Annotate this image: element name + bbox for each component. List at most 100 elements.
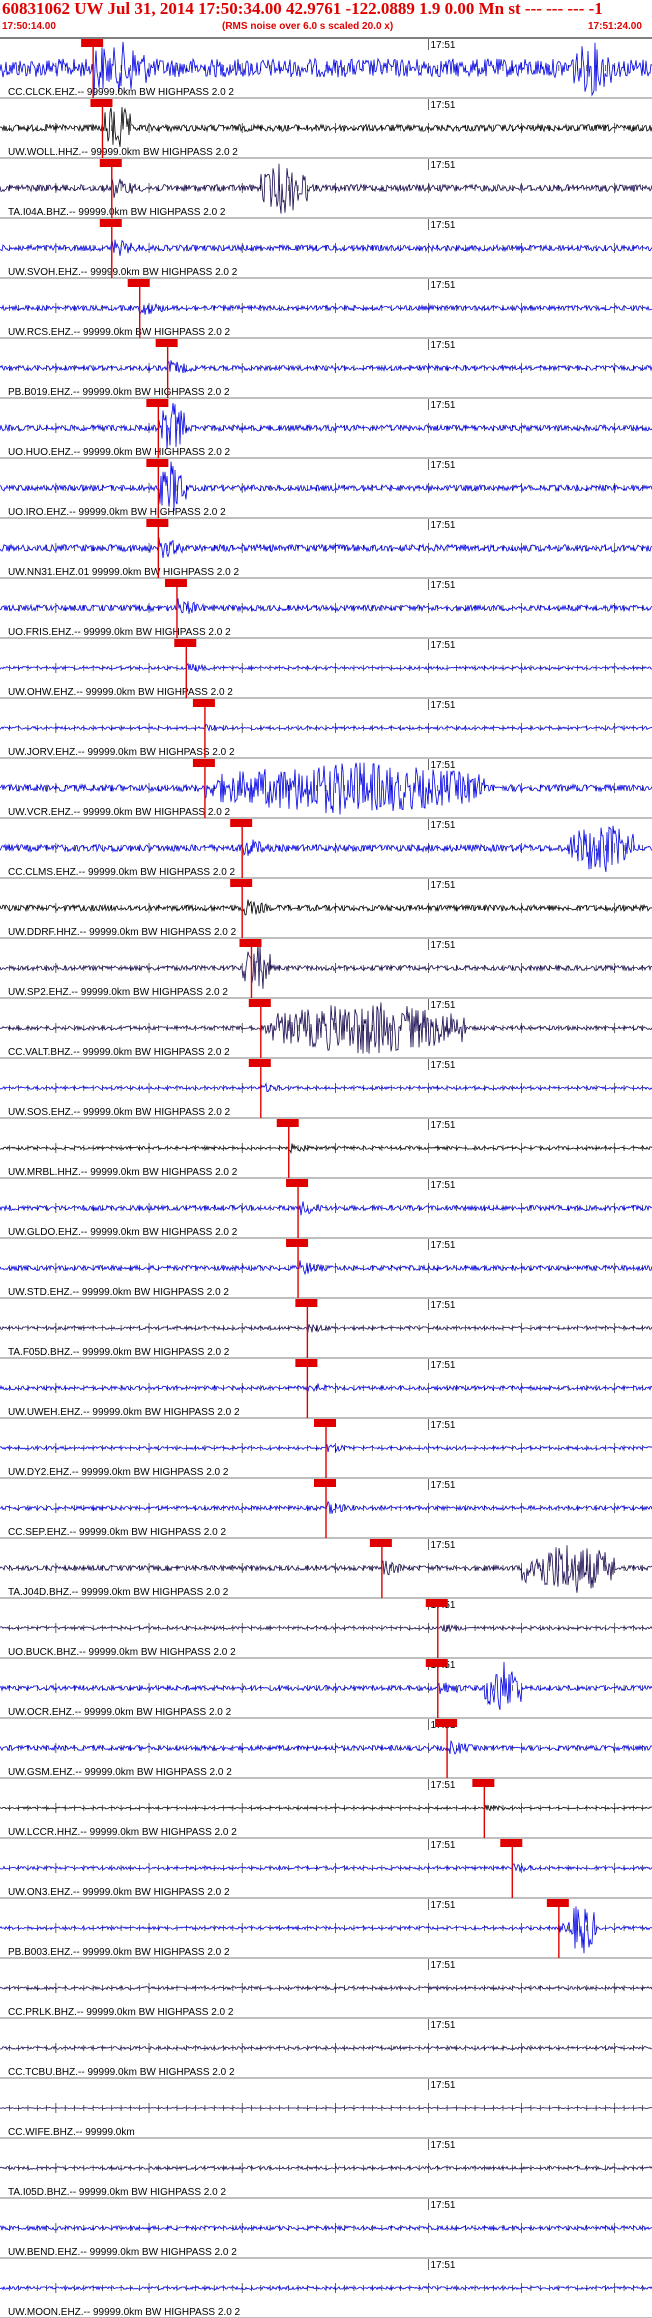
trace-row: 17:51UO.BUCK.BHZ.-- 99999.0km BW HIGHPAS… [0, 1599, 652, 1659]
station-label: PB.B003.EHZ.-- 99999.0km BW HIGHPASS 2.0… [8, 1947, 230, 1958]
station-label: PB.B019.EHZ.-- 99999.0km BW HIGHPASS 2.0… [8, 387, 230, 398]
trace-row: 17:51 UW.WOLL.HHZ.-- 99999.0km BW HIGHPAS… [0, 99, 652, 159]
minute-tick-label: 17:51 [430, 1060, 455, 1071]
trace-row: 17:51 UO.HUO.EHZ.-- 99999.0km BW HIGHPASS… [0, 399, 652, 459]
waveform-trace [0, 1002, 652, 1054]
station-label: UW.VCR.EHZ.-- 99999.0km BW HIGHPASS 2.0 … [8, 807, 231, 818]
station-label: CC.WIFE.BHZ.-- 99999.0km [8, 2127, 135, 2138]
pick-marker-flag [230, 879, 253, 887]
waveform-trace [0, 1661, 652, 1710]
station-label: UW.BEND.EHZ.-- 99999.0km BW HIGHPASS 2.0… [8, 2247, 237, 2258]
trace-row: 17:51 CC.CLCK.EHZ.-- 99999.0km BW HIGHPAS… [0, 39, 652, 99]
trace-row: 17:51 UW.RCS.EHZ.-- 99999.0km BW HIGHPASS… [0, 279, 652, 339]
station-label: UW.GLDO.EHZ.-- 99999.0km BW HIGHPASS 2.0… [8, 1227, 238, 1238]
pick-marker-flag [472, 1779, 495, 1787]
station-label: UW.SVOH.EHZ.-- 99999.0km BW HIGHPASS 2.0… [8, 267, 238, 278]
station-label: UW.JORV.EHZ.-- 99999.0km BW HIGHPASS 2.0… [8, 747, 235, 758]
station-label: UW.UWEH.EHZ.-- 99999.0km BW HIGHPASS 2.0… [8, 1407, 240, 1418]
station-label: CC.VALT.BHZ.-- 99999.0km BW HIGHPASS 2.0… [8, 1047, 230, 1058]
trace-row: 17:51 TA.I04A.BHZ.-- 99999.0km BW HIGHPAS… [0, 159, 652, 219]
station-label: UW.WOLL.HHZ.-- 99999.0km BW HIGHPASS 2.0… [8, 147, 238, 158]
minute-tick-label: 17:51 [430, 280, 455, 291]
minute-tick-label: 17:51 [430, 1240, 455, 1251]
trace-row: 17:51 PB.B019.EHZ.-- 99999.0km BW HIGHPAS… [0, 339, 652, 399]
station-label: TA.F05D.BHZ.-- 99999.0km BW HIGHPASS 2.0… [8, 1347, 230, 1358]
trace-row: 17:51 UW.VCR.EHZ.-- 99999.0km BW HIGHPASS… [0, 759, 652, 819]
trace-row: 17:51 UW.BEND.EHZ.-- 99999.0km BW HIGHPAS… [0, 2199, 652, 2259]
pick-marker-flag [314, 1479, 336, 1487]
minute-tick-label: 17:51 [430, 1480, 455, 1491]
trace-row: 17:51 UW.SP2.EHZ.-- 99999.0km BW HIGHPASS… [0, 939, 652, 999]
station-label: UW.DDRF.HHZ.-- 99999.0km BW HIGHPASS 2.0… [8, 927, 237, 938]
minute-tick-label: 17:51 [430, 460, 455, 471]
minute-tick-label: 17:51 [430, 1420, 455, 1431]
seismogram-plot: 17:51 CC.CLCK.EHZ.-- 99999.0km BW HIGHPAS… [0, 37, 652, 2318]
station-label: UW.LCCR.HHZ.-- 99999.0km BW HIGHPASS 2.0… [8, 1827, 237, 1838]
minute-tick-label: 17:51 [430, 220, 455, 231]
trace-row: 17:51 UW.MRBL.HHZ.-- 99999.0km BW HIGHPAS… [0, 1119, 652, 1179]
trace-row: 17:51 UO.FRIS.EHZ.-- 99999.0km BW HIGHPAS… [0, 579, 652, 639]
station-label: TA.J04D.BHZ.-- 99999.0km BW HIGHPASS 2.0… [8, 1587, 229, 1598]
pick-marker-flag [146, 399, 169, 407]
pick-marker-flag [295, 1359, 318, 1367]
minute-tick-label: 17:51 [430, 1180, 455, 1191]
minute-tick-label: 17:51 [430, 2080, 455, 2091]
minute-tick-label: 17:51 [430, 1780, 455, 1791]
pick-marker-flag [239, 939, 262, 947]
minute-tick-label: 17:51 [430, 1300, 455, 1311]
station-label: CC.PRLK.BHZ.-- 99999.0km BW HIGHPASS 2.0… [8, 2007, 234, 2018]
station-label: UW.OHW.EHZ.-- 99999.0km BW HIGHPASS 2.0 … [8, 687, 233, 698]
trace-row: 17:51 UW.NN31.EHZ.01 99999.0km BW HIGHPAS… [0, 519, 652, 579]
pick-marker-flag [286, 1179, 309, 1187]
trace-row: 17:51UW.OCR.EHZ.-- 99999.0km BW HIGHPASS… [0, 1659, 652, 1719]
station-label: UW.STD.EHZ.-- 99999.0km BW HIGHPASS 2.0 … [8, 1287, 229, 1298]
pick-marker-flag [127, 279, 150, 287]
minute-tick-label: 17:51 [430, 940, 455, 951]
trace-row: 17:51 TA.J04D.BHZ.-- 99999.0km BW HIGHPAS… [0, 1539, 652, 1599]
trace-row: 17:51 TA.I05D.BHZ.-- 99999.0km BW HIGHPAS… [0, 2139, 652, 2199]
trace-row: 17:51 UW.DY2.EHZ.-- 99999.0km BW HIGHPASS… [0, 1419, 652, 1479]
trace-row: 17:51 PB.B003.EHZ.-- 99999.0km BW HIGHPAS… [0, 1899, 652, 1959]
station-label: CC.CLMS.EHZ.-- 99999.0km BW HIGHPASS 2.0… [8, 867, 236, 878]
station-label: TA.I05D.BHZ.-- 99999.0km BW HIGHPASS 2.0… [8, 2187, 226, 2198]
minute-tick-label: 17:51 [430, 400, 455, 411]
pick-marker-flag [546, 1899, 569, 1907]
station-label: CC.CLCK.EHZ.-- 99999.0km BW HIGHPASS 2.0… [8, 87, 234, 98]
waveform-trace [0, 825, 652, 873]
pick-marker-flag [314, 1419, 336, 1427]
trace-row: 17:51 UW.OHW.EHZ.-- 99999.0km BW HIGHPASS… [0, 639, 652, 699]
trace-row: 17:51 UW.DDRF.HHZ.-- 99999.0km BW HIGHPAS… [0, 879, 652, 939]
station-label: UW.SP2.EHZ.-- 99999.0km BW HIGHPASS 2.0 … [8, 987, 228, 998]
minute-tick-label: 17:51 [430, 340, 455, 351]
trace-row: 17:51 UW.SOS.EHZ.-- 99999.0km BW HIGHPASS… [0, 1059, 652, 1119]
station-label: TA.I04A.BHZ.-- 99999.0km BW HIGHPASS 2.0… [8, 207, 226, 218]
pick-marker-flag [192, 759, 215, 767]
pick-marker-flag [99, 219, 122, 227]
pick-marker-flag [276, 1119, 299, 1127]
station-label: UW.MRBL.HHZ.-- 99999.0km BW HIGHPASS 2.0… [8, 1167, 238, 1178]
station-label: UW.GSM.EHZ.-- 99999.0km BW HIGHPASS 2.0 … [8, 1767, 232, 1778]
station-label: UO.FRIS.EHZ.-- 99999.0km BW HIGHPASS 2.0… [8, 627, 231, 638]
station-label: UO.IRO.EHZ.-- 99999.0km BW HIGHPASS 2.0 … [8, 507, 226, 518]
station-label: UW.SOS.EHZ.-- 99999.0km BW HIGHPASS 2.0 … [8, 1107, 231, 1118]
minute-tick-label: 17:51 [430, 160, 455, 171]
minute-tick-label: 17:51 [430, 1960, 455, 1971]
pick-marker-flag [425, 1599, 448, 1607]
station-label: UW.DY2.EHZ.-- 99999.0km BW HIGHPASS 2.0 … [8, 1467, 229, 1478]
trace-row: 17:51 UW.LCCR.HHZ.-- 99999.0km BW HIGHPAS… [0, 1779, 652, 1839]
station-label: UO.BUCK.BHZ.-- 99999.0km BW HIGHPASS 2.0… [8, 1647, 236, 1658]
trace-row: 17:51 UW.UWEH.EHZ.-- 99999.0km BW HIGHPAS… [0, 1359, 652, 1419]
pick-marker-flag [425, 1659, 448, 1667]
trace-row: 17:51 UW.ON3.EHZ.-- 99999.0km BW HIGHPASS… [0, 1839, 652, 1899]
minute-tick-label: 17:51 [430, 1360, 455, 1371]
trace-row: 17:51 CC.SEP.EHZ.-- 99999.0km BW HIGHPASS… [0, 1479, 652, 1539]
minute-tick-label: 17:51 [430, 2260, 455, 2271]
trace-row: 17:51 CC.PRLK.BHZ.-- 99999.0km BW HIGHPAS… [0, 1959, 652, 2019]
waveform-trace [0, 1545, 652, 1593]
pick-marker-flag [146, 459, 169, 467]
station-label: UW.NN31.EHZ.01 99999.0km BW HIGHPASS 2.0… [8, 567, 239, 578]
pick-marker-flag [500, 1839, 523, 1847]
minute-tick-label: 17:51 [430, 640, 455, 651]
pick-marker-flag [81, 39, 104, 47]
minute-tick-label: 17:51 [430, 2140, 455, 2151]
